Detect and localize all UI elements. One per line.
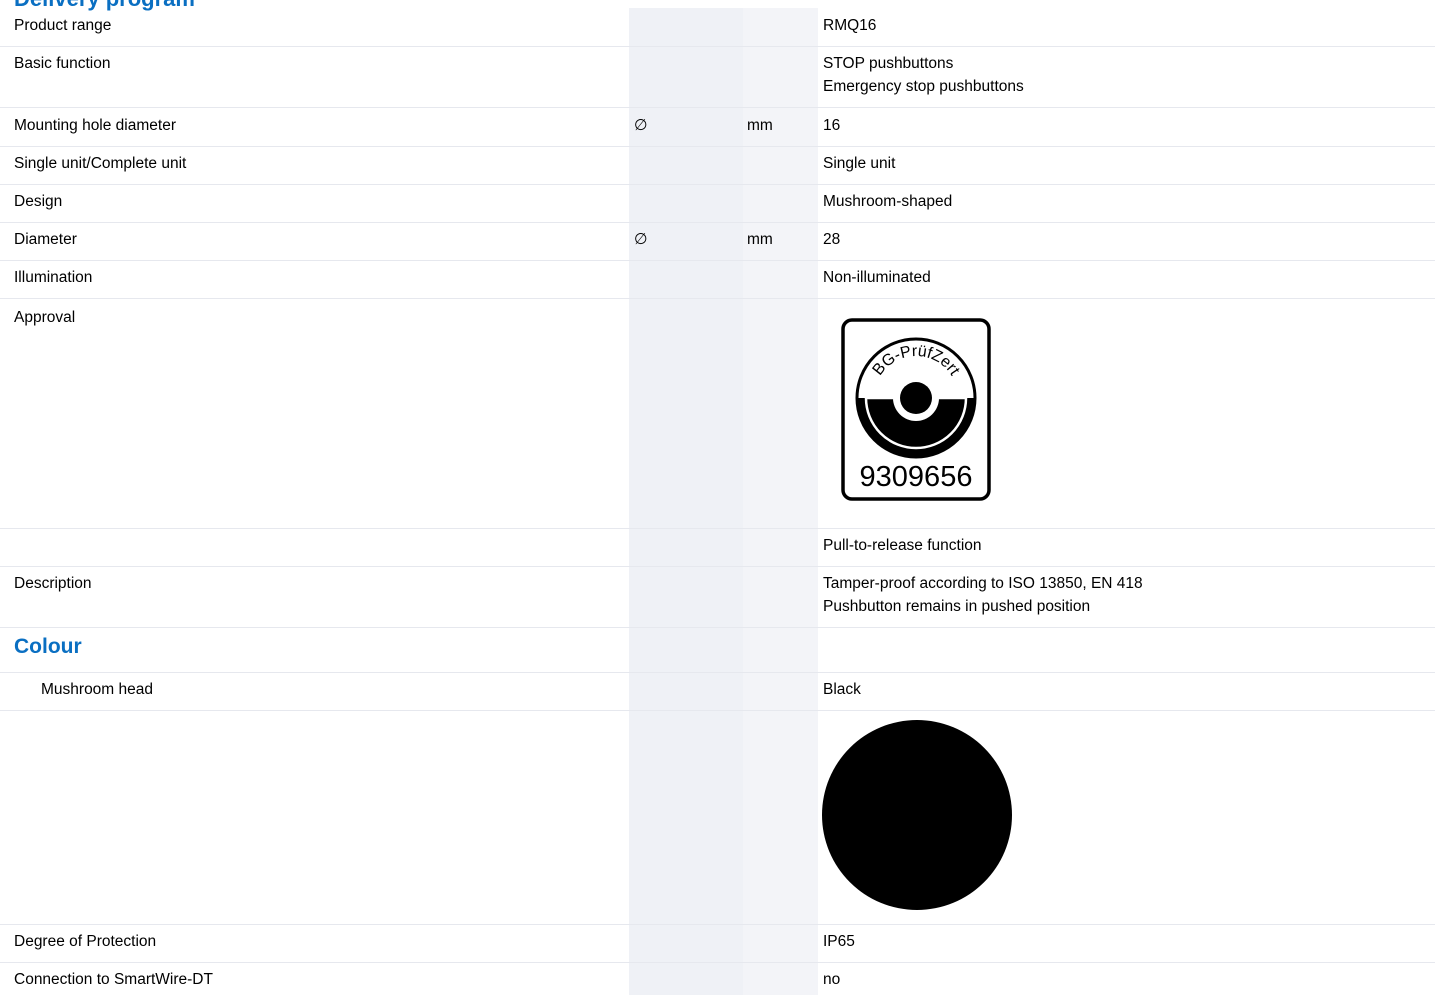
row-value: RMQ16 (823, 17, 877, 34)
row-value: Black (823, 681, 861, 698)
row-approval: Approval (0, 298, 1435, 529)
row-single-complete-unit: Single unit/Complete unit Single unit (0, 146, 1435, 185)
row-diameter: Diameter ∅ mm 28 (0, 222, 1435, 261)
row-label: Diameter (14, 231, 77, 248)
section-heading: Colour (14, 635, 82, 658)
row-label: Basic function (14, 55, 111, 72)
row-label: Connection to SmartWire-DT (14, 971, 213, 988)
row-value: 16 (823, 117, 841, 134)
row-label: Approval (14, 309, 76, 326)
row-label: Single unit/Complete unit (14, 155, 187, 172)
row-smartwire-connection: Connection to SmartWire-DT no (0, 962, 1435, 995)
row-mushroom-head: Mushroom head Black (0, 672, 1435, 711)
row-value: Mushroom-shaped (823, 193, 953, 210)
row-value: 28 (823, 231, 841, 248)
row-design: Design Mushroom-shaped (0, 184, 1435, 223)
row-label: Description (14, 575, 92, 592)
row-value: IP65 (823, 933, 855, 950)
row-value: Pull-to-release function (823, 537, 982, 554)
row-value: Non-illuminated (823, 269, 931, 286)
row-basic-function: Basic function STOP pushbuttons Emergenc… (0, 46, 1435, 108)
row-value-line2: Emergency stop pushbuttons (823, 78, 1024, 95)
row-value: Tamper-proof according to ISO 13850, EN … (823, 575, 1143, 592)
product-datasheet: Delivery program Product range RMQ16 Bas… (0, 0, 1435, 995)
row-unit: mm (747, 117, 773, 134)
row-label: Design (14, 193, 63, 210)
row-degree-of-protection: Degree of Protection IP65 (0, 924, 1435, 963)
row-product-range: Product range RMQ16 (0, 8, 1435, 47)
row-label: Illumination (14, 269, 93, 286)
row-value: STOP pushbuttons (823, 55, 954, 72)
diameter-symbol: ∅ (634, 231, 648, 248)
row-label: Mounting hole diameter (14, 117, 176, 134)
row-illumination: Illumination Non-illuminated (0, 260, 1435, 299)
row-function-extra: Pull-to-release function (0, 528, 1435, 567)
row-description: Description Tamper-proof according to IS… (0, 566, 1435, 628)
row-label: Degree of Protection (14, 933, 157, 950)
section-colour: Colour (0, 627, 1435, 673)
approval-mark-number: 9309656 (860, 461, 973, 493)
row-value: no (823, 971, 841, 988)
row-mounting-hole-diameter: Mounting hole diameter ∅ mm 16 (0, 107, 1435, 147)
row-label: Product range (14, 17, 112, 34)
bg-pruefzert-approval-icon: BG-PrüfZert 9309656 (841, 318, 991, 501)
row-value: Single unit (823, 155, 896, 172)
colour-swatch-black-circle-icon (822, 720, 1012, 910)
row-unit: mm (747, 231, 773, 248)
row-value-line2: Pushbutton remains in pushed position (823, 598, 1091, 615)
row-colour-swatch (0, 710, 1435, 925)
diameter-symbol: ∅ (634, 117, 648, 134)
row-label: Mushroom head (41, 681, 154, 698)
